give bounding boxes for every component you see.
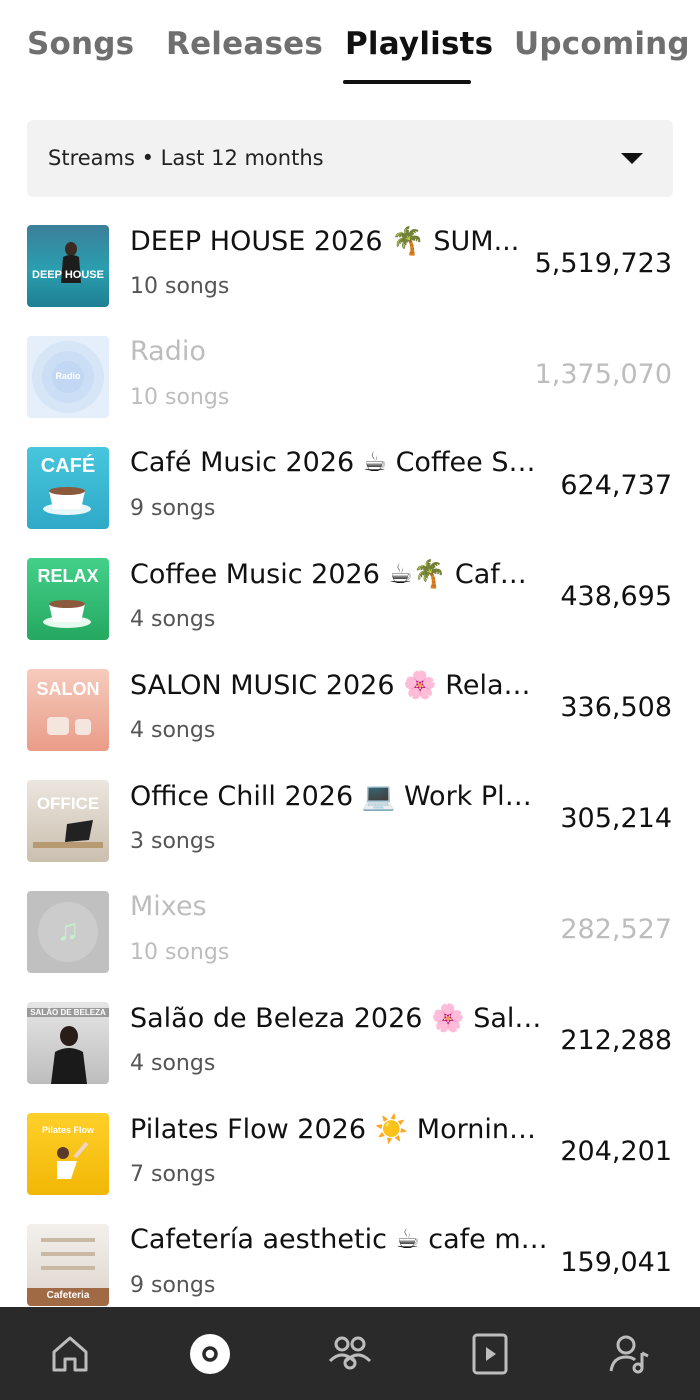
list-item[interactable]: Radio Radio 10 songs 1,375,070 (0, 322, 700, 433)
artist-profile-icon (609, 1335, 649, 1373)
coffee-cup-art (43, 600, 91, 628)
laptop-art (33, 820, 103, 848)
salon-figure-art (51, 1026, 87, 1084)
playlist-song-count: 10 songs (130, 274, 230, 299)
playlist-song-count: 4 songs (130, 718, 216, 743)
nav-home[interactable] (0, 1307, 140, 1400)
playlist-streams: 438,695 (560, 581, 672, 612)
tab-upcoming[interactable]: Upcoming (514, 26, 690, 62)
playlist-streams: 305,214 (560, 803, 672, 834)
list-item[interactable]: RELAX Coffee Music 2026 ☕🌴 Café... 4 son… (0, 544, 700, 655)
active-tab-indicator (343, 80, 471, 84)
playlist-song-count: 7 songs (130, 1162, 216, 1187)
playlist-song-count: 4 songs (130, 1051, 216, 1076)
tab-releases[interactable]: Releases (166, 26, 323, 62)
playlist-artwork: SALON (27, 669, 109, 751)
playlist-title: Café Music 2026 ☕ Coffee Sh... (130, 447, 546, 478)
salon-chair-art (47, 717, 91, 735)
playlist-streams: 1,375,070 (534, 359, 672, 390)
playlist-title: Salão de Beleza 2026 🌸 Salo... (130, 1003, 546, 1034)
nav-audience[interactable] (280, 1307, 420, 1400)
playlist-song-count: 9 songs (130, 1273, 216, 1298)
music-note-icon: ♫ (56, 914, 80, 947)
nav-music[interactable] (140, 1307, 280, 1400)
playlist-artwork: Radio (27, 336, 109, 418)
playlist-streams: 624,737 (560, 470, 672, 501)
list-item[interactable]: ♫ Mixes 10 songs 282,527 (0, 877, 700, 988)
chevron-down-icon (621, 153, 643, 164)
playlist-artwork: RELAX (27, 558, 109, 640)
playlist-title: Cafetería aesthetic ☕ cafe mú... (130, 1224, 550, 1255)
playlist-title: Office Chill 2026 💻 Work Play... (130, 781, 546, 812)
list-item[interactable]: SALÃO DE BELEZA Salão de Beleza 2026 🌸 S… (0, 988, 700, 1099)
coffee-cup-art (43, 487, 91, 515)
playlist-streams: 159,041 (560, 1247, 672, 1278)
list-item[interactable]: CAFÉ Café Music 2026 ☕ Coffee Sh... 9 so… (0, 433, 700, 544)
list-item[interactable]: OFFICE Office Chill 2026 💻 Work Play... … (0, 766, 700, 877)
artwork-figure (61, 242, 81, 283)
list-item[interactable]: Cafeteria Cafetería aesthetic ☕ cafe mú.… (0, 1210, 700, 1321)
playlist-song-count: 10 songs (130, 940, 230, 965)
playlist-artwork: ♫ (27, 891, 109, 973)
playlist-artwork: Cafeteria (27, 1224, 109, 1306)
playlist-artwork: Pilates Flow (27, 1113, 109, 1195)
tab-playlists[interactable]: Playlists (345, 26, 493, 62)
music-disc-icon (190, 1333, 230, 1374)
playlist-title: DEEP HOUSE 2026 🌴 SUM... (130, 226, 520, 257)
playlist-artwork: CAFÉ (27, 447, 109, 529)
playlist-title: Pilates Flow 2026 ☀️ Morning ... (130, 1114, 546, 1145)
playlist-streams: 282,527 (560, 914, 672, 945)
bottom-navigation (0, 1307, 700, 1400)
artwork-text: DEEP HOUSE (32, 269, 104, 281)
playlist-song-count: 9 songs (130, 496, 216, 521)
nav-artist-profile[interactable] (560, 1307, 700, 1400)
playlist-song-count: 4 songs (130, 607, 216, 632)
pilates-figure-art (57, 1141, 89, 1179)
list-item[interactable]: SALON SALON MUSIC 2026 🌸 Relax... 4 song… (0, 655, 700, 766)
playlist-streams: 204,201 (560, 1136, 672, 1167)
home-icon (52, 1336, 88, 1371)
streams-period-dropdown[interactable]: Streams • Last 12 months (27, 120, 673, 197)
playlist-artwork: DEEP HOUSE (27, 225, 109, 307)
tab-songs[interactable]: Songs (27, 26, 134, 62)
tab-bar: Songs Releases Playlists Upcoming (0, 0, 700, 96)
playlist-title: Mixes (130, 891, 207, 922)
audience-icon (328, 1336, 372, 1369)
playlist-artwork: SALÃO DE BELEZA (27, 1002, 109, 1084)
nav-video[interactable] (420, 1307, 560, 1400)
playlist-streams: 5,519,723 (534, 248, 672, 279)
playlist-artwork: OFFICE (27, 780, 109, 862)
playlist-title: Radio (130, 336, 206, 367)
list-item[interactable]: DEEP HOUSE DEEP HOUSE 2026 🌴 SUM... 10 s… (0, 211, 700, 322)
playlist-title: SALON MUSIC 2026 🌸 Relax... (130, 670, 540, 701)
artwork-text: Radio (55, 371, 81, 381)
playlist-song-count: 3 songs (130, 829, 216, 854)
playlist-streams: 212,288 (560, 1025, 672, 1056)
playlist-streams: 336,508 (560, 692, 672, 723)
playlist-title: Coffee Music 2026 ☕🌴 Café... (130, 559, 540, 590)
artwork-text: Cafeteria (46, 1290, 90, 1301)
list-item[interactable]: Pilates Flow Pilates Flow 2026 ☀️ Mornin… (0, 1099, 700, 1210)
playlist-song-count: 10 songs (130, 385, 230, 410)
dropdown-label: Streams • Last 12 months (48, 146, 324, 170)
video-icon (472, 1333, 508, 1374)
